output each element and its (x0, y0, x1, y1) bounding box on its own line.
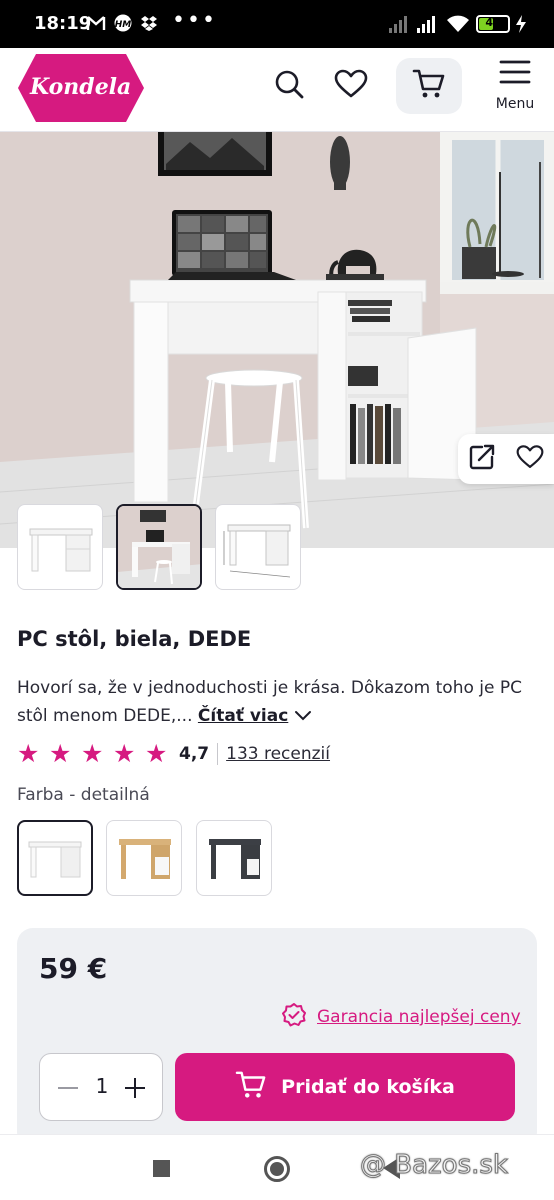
cart-button[interactable] (396, 58, 462, 114)
battery-text: 49 (485, 16, 501, 29)
hm-app-icon: HM (114, 14, 132, 37)
menu-button[interactable] (482, 52, 548, 96)
logo-text: Kondela (30, 74, 132, 100)
quantity-stepper: 1 (39, 1053, 163, 1121)
site-header: Kondela Menu (0, 48, 554, 132)
menu-label[interactable]: Menu (488, 96, 542, 112)
wifi-icon (446, 14, 470, 39)
add-to-cart-button[interactable]: Pridať do košíka (175, 1053, 515, 1121)
wishlist-button[interactable] (318, 58, 384, 114)
dropbox-icon (140, 14, 158, 37)
badge-check-icon (281, 1002, 307, 1032)
cart-icon (412, 68, 446, 104)
read-more-link[interactable]: Čítať viac (198, 706, 288, 726)
swatch-white-desk-image (28, 841, 82, 878)
swatch-black-desk-image (209, 839, 261, 879)
gallery-thumbnail-2[interactable] (116, 504, 202, 590)
star-icon-3: ★ (81, 739, 104, 768)
color-variant-label: Farba - detailná (17, 785, 150, 805)
heart-icon (334, 69, 368, 103)
star-icon-4: ★ (113, 739, 136, 768)
home-button[interactable] (264, 1156, 290, 1182)
buy-box: 59 € Garancia najlepšej ceny 1 Pridať do… (17, 928, 537, 1148)
battery-indicator: 49 (476, 15, 510, 33)
quantity-increase-button[interactable] (122, 1074, 148, 1102)
signal-icon-2 (416, 14, 440, 39)
thumbnail-desk-dimensions (223, 524, 291, 578)
share-favorite-panel (458, 434, 554, 484)
color-option-white[interactable] (17, 820, 93, 896)
product-photo-illustration (0, 132, 554, 548)
charging-icon (514, 14, 528, 39)
product-rating[interactable]: ★ ★ ★ ★ ★ 4,7 133 recenzií (17, 741, 330, 767)
product-title: PC stôl, biela, DEDE (17, 627, 252, 651)
chevron-down-icon[interactable] (294, 706, 312, 726)
star-icon-5: ★ (145, 739, 168, 768)
cart-icon (235, 1070, 267, 1104)
favorite-heart-icon[interactable] (516, 444, 544, 474)
more-notifications-indicator: ••• (172, 8, 217, 33)
recent-apps-button[interactable] (153, 1160, 170, 1177)
swatch-oak-desk-image (119, 839, 171, 879)
status-bar: 18:19 HM ••• 49 (0, 0, 554, 48)
product-description: Hovorí sa, že v jednoduchosti je krása. … (17, 674, 542, 730)
best-price-guarantee[interactable]: Garancia najlepšej ceny (281, 1002, 521, 1032)
quantity-decrease-button[interactable] (56, 1074, 80, 1102)
kondela-logo[interactable]: Kondela (16, 52, 146, 128)
star-icon-1: ★ (17, 739, 40, 768)
rating-divider (217, 743, 219, 765)
status-time: 18:19 (34, 13, 92, 34)
share-icon[interactable] (468, 443, 496, 475)
reviews-link[interactable]: 133 recenzií (226, 744, 330, 764)
bazos-watermark: @ Bazos.sk (359, 1150, 509, 1181)
plus-icon (125, 1078, 145, 1098)
gmail-icon (86, 14, 106, 37)
search-button[interactable] (256, 58, 322, 114)
color-option-black[interactable] (196, 820, 272, 896)
signal-icon-1 (388, 14, 412, 39)
thumbnail-desk-white-front (29, 528, 93, 572)
product-main-image[interactable] (0, 132, 554, 548)
gallery-thumbnail-3[interactable] (215, 504, 301, 590)
thumbnail-desk-room-scene (118, 506, 200, 588)
product-price: 59 € (39, 952, 108, 985)
add-to-cart-label: Pridať do košíka (281, 1076, 455, 1098)
gallery-thumbnail-1[interactable] (17, 504, 103, 590)
rating-value: 4,7 (179, 744, 210, 764)
guarantee-link[interactable]: Garancia najlepšej ceny (317, 1007, 521, 1027)
minus-icon (58, 1087, 78, 1089)
color-option-oak[interactable] (106, 820, 182, 896)
search-icon (273, 68, 305, 104)
quantity-value[interactable]: 1 (90, 1074, 114, 1098)
svg-text:HM: HM (115, 20, 132, 30)
hamburger-menu-icon (499, 58, 531, 90)
star-icon-2: ★ (49, 739, 72, 768)
